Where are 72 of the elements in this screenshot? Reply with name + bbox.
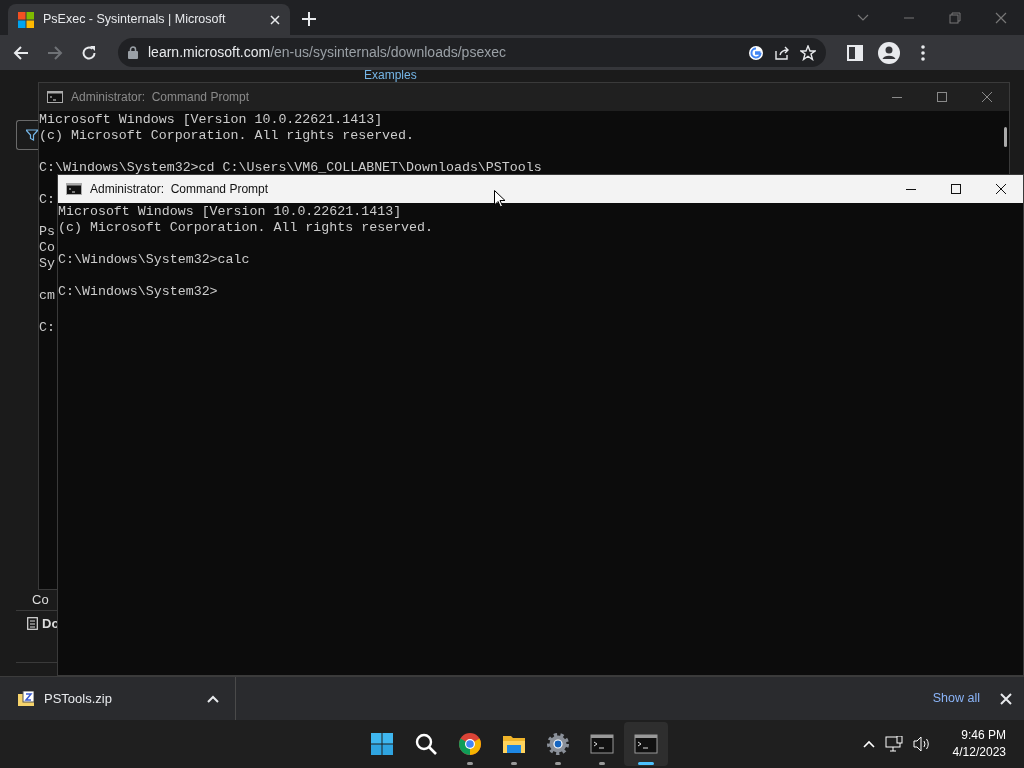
window-title: Administrator: Command Prompt [71,89,250,106]
filter-icon [26,129,38,141]
close-icon [994,10,1008,25]
show-hidden-icons-button[interactable] [862,740,875,748]
console-line: C: [39,192,55,208]
forward-arrow-icon [47,44,63,61]
lock-icon [128,46,138,59]
filter-button[interactable] [16,120,38,150]
share-button[interactable] [774,44,790,61]
side-panel-icon [847,44,863,61]
share-icon [774,44,790,61]
taskbar-app[interactable] [624,722,668,766]
network-button[interactable] [884,736,903,752]
console-line: C:\Windows\System32>cd C:\Users\VM6_COLLABNET\Downloads\PSTools [39,160,542,176]
close-icon [1000,692,1012,705]
close-icon [981,92,992,102]
search-icon [414,732,438,756]
windows-start-icon [370,732,394,756]
show-all-link[interactable]: Show all [932,689,980,708]
minimize-icon [905,188,916,190]
section-heading: Examples [364,70,417,81]
close-downloads-button[interactable] [1000,692,1012,705]
google-g-icon [748,44,764,61]
close-icon [270,14,280,25]
terminal-icon [634,732,658,756]
plus-icon [302,12,316,26]
clock[interactable]: 9:46 PM 4/12/2023 [952,727,1006,761]
window-title: Administrator: Command Prompt [90,181,269,198]
close-tab-button[interactable] [270,14,280,25]
volume-button[interactable] [912,736,931,752]
console-line: C: [39,320,55,336]
maximize-icon [936,92,947,102]
page-text: Co [32,593,49,607]
terminal-icon [47,91,63,103]
zip-file-icon [18,690,34,707]
console-line: Co [39,240,55,256]
minimize-icon [891,96,902,98]
caret-up-icon [207,694,219,703]
profile-button[interactable] [876,39,902,66]
profile-icon [878,41,900,64]
speaker-icon [912,736,931,752]
star-icon [800,44,816,61]
minimize-icon [904,16,914,19]
console-line: (c) Microsoft Corporation. All rights reserved. [58,220,434,236]
console-line: Sy [39,256,55,272]
console-line: (c) Microsoft Corporation. All rights reserved. [39,128,415,144]
document-icon [27,617,38,631]
kebab-menu-icon [921,44,925,61]
windows-logo-icon [18,11,34,28]
console-line: Microsoft Windows [Version 10.0.22621.1413] [58,204,402,220]
back-arrow-icon [13,44,29,61]
chrome-icon [458,732,482,756]
url-text: learn.microsoft.com/en-us/sysinternals/downloads/psexec [148,43,507,62]
terminal-icon [590,732,614,756]
console-line: cm [39,288,55,304]
google-lens-button[interactable] [748,44,764,61]
console-line: Microsoft Windows [Version 10.0.22621.1413] [39,112,383,128]
address-bar[interactable]: learn.microsoft.com/en-us/sysinternals/downloads/psexec [118,38,826,67]
close-icon [995,184,1006,194]
bookmark-button[interactable] [800,44,816,61]
maximize-icon [950,184,961,194]
restore-icon [948,10,962,25]
new-tab-button[interactable] [302,12,316,26]
console-line: C:\Windows\System32>calc [58,252,250,268]
chevron-up-icon [862,740,875,748]
gear-icon [546,732,570,756]
monitor-icon [884,736,903,752]
terminal-icon [66,183,82,195]
console-line: C:\Windows\System32> [58,284,218,300]
console-line: Ps [39,224,55,240]
reload-icon [81,44,97,61]
browser-tab[interactable]: PsExec - Sysinternals | Microsoft [8,4,290,35]
